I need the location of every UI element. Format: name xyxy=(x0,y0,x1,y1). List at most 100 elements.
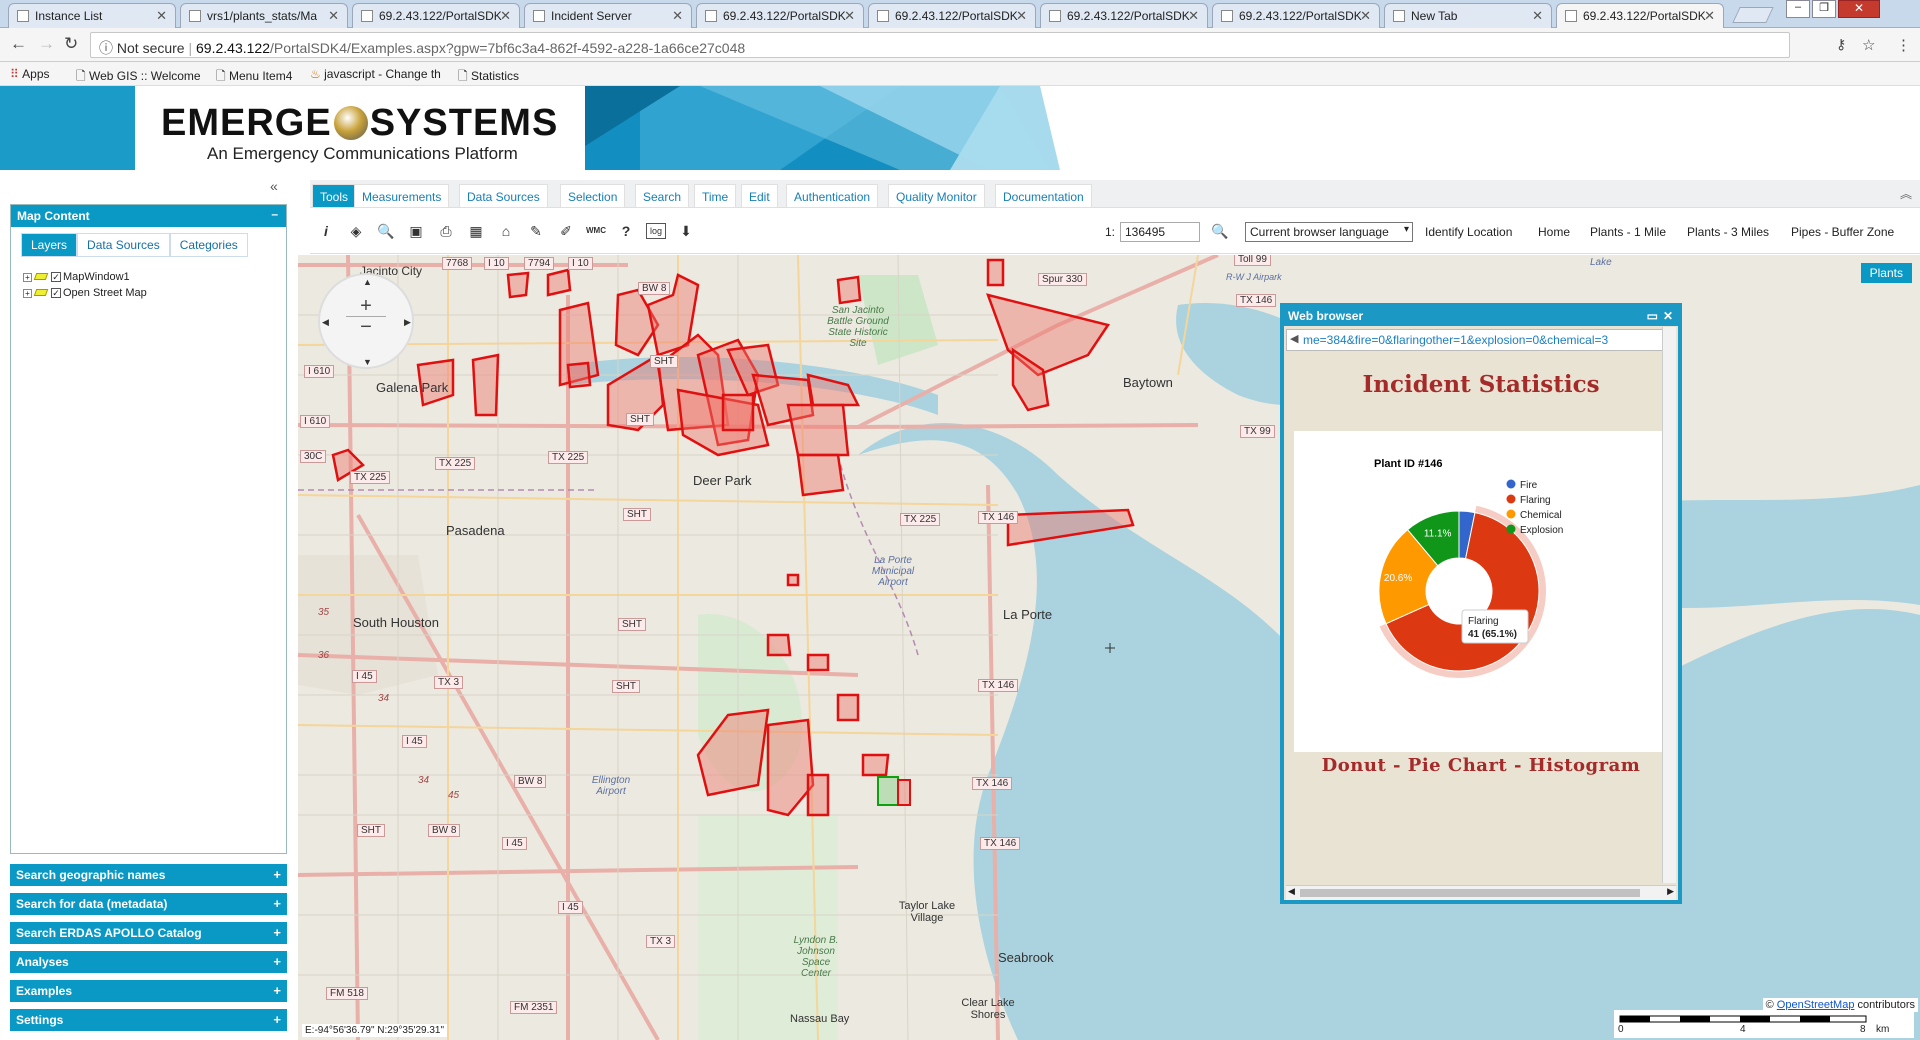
scroll-left-icon[interactable]: ◀ xyxy=(1290,332,1298,345)
close-icon[interactable]: ✕ xyxy=(672,8,683,24)
bookmark-item[interactable]: ♨ javascript - Change th xyxy=(310,67,441,81)
log-icon[interactable]: log xyxy=(646,223,666,239)
info-icon[interactable]: i xyxy=(316,221,336,241)
zoom-out-button[interactable]: − xyxy=(346,317,386,339)
tab-categories[interactable]: Categories xyxy=(169,233,248,257)
browser-tab[interactable]: 69.2.43.122/PortalSDK ✕ xyxy=(868,3,1036,28)
close-icon[interactable]: ✕ xyxy=(500,8,511,24)
zoom-in-button[interactable]: + xyxy=(346,295,386,317)
popup-header[interactable]: Web browser ▭ ✕ xyxy=(1284,307,1678,326)
close-icon[interactable]: ✕ xyxy=(328,8,339,24)
accordion-settings[interactable]: Settings + xyxy=(10,1009,287,1031)
accordion-examples[interactable]: Examples + xyxy=(10,980,287,1002)
layer-checkbox[interactable]: ✓ xyxy=(51,272,61,282)
bookmark-item[interactable]: 🗋 Menu Item4 xyxy=(216,67,292,88)
key-icon[interactable]: ⚷ xyxy=(1836,36,1846,53)
grid-icon[interactable]: ▦ xyxy=(466,221,486,241)
forward-icon[interactable]: → xyxy=(38,34,55,54)
accordion-search-metadata[interactable]: Search for data (metadata) + xyxy=(10,893,287,915)
language-select[interactable]: Current browser language ▾ xyxy=(1245,222,1413,242)
link-pipes-buffer-zone[interactable]: Pipes - Buffer Zone xyxy=(1791,225,1894,239)
collapse-toolbar-icon[interactable]: ︽ xyxy=(1900,185,1912,202)
popup-url-field[interactable]: ◀ me=384&fire=0&flaringother=1&explosion… xyxy=(1286,329,1676,351)
layer-checkbox[interactable]: ✓ xyxy=(51,288,61,298)
link-plants-3-miles[interactable]: Plants - 3 Miles xyxy=(1687,225,1769,239)
browser-tab[interactable]: 69.2.43.122/PortalSDK ✕ xyxy=(1212,3,1380,28)
close-icon[interactable]: ✕ xyxy=(1016,8,1027,24)
accordion-search-erdas[interactable]: Search ERDAS APOLLO Catalog + xyxy=(10,922,287,944)
pan-up-icon[interactable]: ▲ xyxy=(363,277,372,287)
accordion-search-geographic-names[interactable]: Search geographic names + xyxy=(10,864,287,886)
link-plants-1-mile[interactable]: Plants - 1 Mile xyxy=(1590,225,1666,239)
expand-icon[interactable]: + xyxy=(23,273,32,282)
info-icon[interactable]: ⓘ xyxy=(99,40,113,56)
menu-measurements[interactable]: Measurements xyxy=(354,184,450,208)
menu-quality-monitor[interactable]: Quality Monitor xyxy=(888,184,985,208)
browser-tab[interactable]: Incident Server ✕ xyxy=(524,3,692,28)
url-input[interactable]: ⓘ Not secure | 69.2.43.122/PortalSDK4/Ex… xyxy=(90,32,1790,58)
minus-icon[interactable]: – xyxy=(271,207,278,221)
close-icon[interactable]: ✕ xyxy=(1532,8,1543,24)
browser-tab[interactable]: New Tab ✕ xyxy=(1384,3,1552,28)
tab-layers[interactable]: Layers xyxy=(21,233,78,257)
layers-icon[interactable]: ◈ xyxy=(346,221,366,241)
legend-item-fire[interactable]: Fire xyxy=(1520,480,1538,491)
browser-tab[interactable]: vrs1/plants_stats/Ma ✕ xyxy=(180,3,348,28)
browser-tab[interactable]: 69.2.43.122/PortalSDK ✕ xyxy=(352,3,520,28)
map-navigation-control[interactable]: + − ▲ ▼ ◀ ▶ xyxy=(318,273,414,369)
new-tab-button[interactable] xyxy=(1732,7,1774,23)
chart-type-links[interactable]: Donut - Pie Chart - Histogram xyxy=(1284,755,1678,776)
close-icon[interactable]: ✕ xyxy=(1188,8,1199,24)
menu-selection[interactable]: Selection xyxy=(560,184,626,208)
bookmark-item[interactable]: 🗋 Statistics xyxy=(458,67,519,88)
wmc-icon[interactable]: WMC xyxy=(586,221,606,241)
link-identify-location[interactable]: Identify Location xyxy=(1425,225,1512,239)
reload-icon[interactable]: ↻ xyxy=(64,34,78,54)
menu-authentication[interactable]: Authentication xyxy=(786,184,879,208)
restore-icon[interactable]: ❐ xyxy=(1812,0,1836,18)
popup-vertical-scrollbar[interactable] xyxy=(1662,327,1676,883)
brush-icon[interactable]: ✐ xyxy=(556,221,576,241)
minimize-icon[interactable]: – xyxy=(1786,0,1810,18)
menu-tools[interactable]: Tools xyxy=(312,184,357,208)
close-icon[interactable]: ✕ xyxy=(156,8,167,24)
star-icon[interactable]: ☆ xyxy=(1862,36,1875,54)
home-icon[interactable]: ⌂ xyxy=(496,221,516,241)
legend-item-chemical[interactable]: Chemical xyxy=(1520,510,1562,521)
expand-icon[interactable]: + xyxy=(23,289,32,298)
menu-documentation[interactable]: Documentation xyxy=(995,184,1092,208)
zoom-to-scale-icon[interactable]: 🔍 xyxy=(1210,221,1230,241)
link-home[interactable]: Home xyxy=(1538,225,1570,239)
collapse-panel-icon[interactable]: « xyxy=(270,178,278,194)
menu-search[interactable]: Search xyxy=(635,184,690,208)
layer-item[interactable]: + ✓ Open Street Map xyxy=(23,287,147,299)
popup-horizontal-scrollbar[interactable]: ◀ ▶ xyxy=(1286,885,1676,900)
accordion-analyses[interactable]: Analyses + xyxy=(10,951,287,973)
bookmark-apps[interactable]: ⠿ Apps xyxy=(10,67,50,81)
zoom-icon[interactable]: 🔍 xyxy=(376,221,396,241)
minimize-icon[interactable]: ▭ xyxy=(1647,309,1658,323)
layer-item[interactable]: + ✓ MapWindow1 xyxy=(23,271,130,283)
menu-icon[interactable]: ⋮ xyxy=(1896,36,1911,54)
map-content-header[interactable]: Map Content – xyxy=(11,205,286,227)
scrollbar-thumb[interactable] xyxy=(1300,889,1640,897)
scale-input[interactable]: 136495 xyxy=(1120,222,1200,242)
close-icon[interactable]: ✕ xyxy=(844,8,855,24)
legend-item-explosion[interactable]: Explosion xyxy=(1520,525,1563,536)
tab-data-sources[interactable]: Data Sources xyxy=(77,233,170,257)
window-close-icon[interactable]: ✕ xyxy=(1838,0,1880,18)
browser-tab[interactable]: Instance List ✕ xyxy=(8,3,176,28)
scroll-left-icon[interactable]: ◀ xyxy=(1288,886,1295,897)
download-icon[interactable]: ⬇ xyxy=(676,221,696,241)
pan-left-icon[interactable]: ◀ xyxy=(322,317,329,328)
bookmark-item[interactable]: 🗋 Web GIS :: Welcome xyxy=(76,67,201,88)
save-icon[interactable]: ▣ xyxy=(406,221,426,241)
pan-right-icon[interactable]: ▶ xyxy=(404,317,411,328)
browser-tab-active[interactable]: 69.2.43.122/PortalSDK ✕ xyxy=(1556,3,1724,29)
print-icon[interactable]: ⎙ xyxy=(436,221,456,241)
pan-down-icon[interactable]: ▼ xyxy=(363,357,372,367)
back-icon[interactable]: ← xyxy=(10,34,27,54)
help-icon[interactable]: ? xyxy=(616,221,636,241)
close-icon[interactable]: ✕ xyxy=(1360,8,1371,24)
menu-edit[interactable]: Edit xyxy=(741,184,778,208)
